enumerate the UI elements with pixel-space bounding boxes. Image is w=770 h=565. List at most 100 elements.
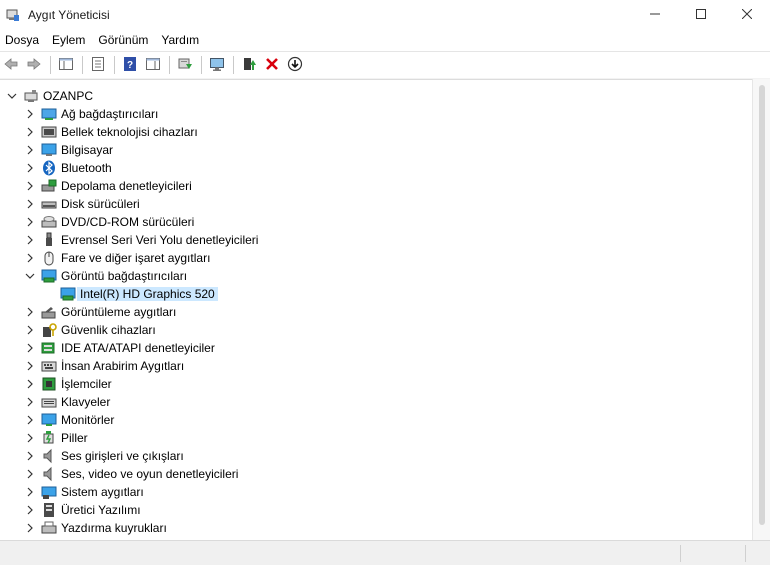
- show-hide-tree-button[interactable]: [55, 54, 77, 76]
- tree-root-row[interactable]: OZANPC: [6, 87, 93, 105]
- menu-action[interactable]: Eylem: [47, 30, 93, 51]
- minimize-button[interactable]: [632, 0, 678, 30]
- mouse-icon: [41, 250, 57, 266]
- chevron-right-icon[interactable]: [24, 108, 36, 120]
- vertical-scrollbar[interactable]: [752, 79, 770, 540]
- close-button[interactable]: [724, 0, 770, 30]
- update-driver-button[interactable]: [174, 54, 196, 76]
- chevron-right-icon[interactable]: [24, 360, 36, 372]
- tree-item-processors[interactable]: İşlemciler: [24, 375, 112, 393]
- scan-hardware-button[interactable]: [206, 54, 228, 76]
- imaging-device-icon: [41, 304, 57, 320]
- download-icon: [287, 56, 303, 75]
- tree-item-batteries[interactable]: Piller: [24, 429, 88, 447]
- uninstall-device-button[interactable]: [261, 54, 283, 76]
- chevron-down-icon[interactable]: [24, 270, 36, 282]
- status-bar: [0, 540, 770, 565]
- tree-item-firmware[interactable]: Üretici Yazılımı: [24, 501, 141, 519]
- tree-item-network-adapters[interactable]: Ağ bağdaştırıcıları: [24, 105, 158, 123]
- chevron-right-icon[interactable]: [24, 396, 36, 408]
- usb-icon: [41, 232, 57, 248]
- tree-item-ide-controllers[interactable]: IDE ATA/ATAPI denetleyiciler: [24, 339, 215, 357]
- forward-button[interactable]: [23, 54, 45, 76]
- chevron-right-icon[interactable]: [24, 198, 36, 210]
- chevron-right-icon[interactable]: [24, 252, 36, 264]
- tree-item-label: Üretici Yazılımı: [61, 503, 141, 517]
- tree-item-label: Görüntü bağdaştırıcıları: [61, 269, 188, 283]
- svg-text:?: ?: [127, 60, 133, 71]
- menu-help[interactable]: Yardım: [156, 30, 207, 51]
- minimize-icon: [650, 8, 660, 22]
- show-hide-console-tree-icon: [58, 56, 74, 75]
- tree-item-bluetooth[interactable]: Bluetooth: [24, 159, 112, 177]
- chevron-right-icon[interactable]: [24, 486, 36, 498]
- tree-item-label-selected: Intel(R) HD Graphics 520: [77, 287, 218, 301]
- tree-item-system-devices[interactable]: Sistem aygıtları: [24, 483, 144, 501]
- chevron-right-icon[interactable]: [24, 306, 36, 318]
- disable-device-button[interactable]: [284, 54, 306, 76]
- toolbar-separator: [114, 56, 115, 74]
- monitor-icon: [41, 412, 57, 428]
- chevron-right-icon[interactable]: [24, 342, 36, 354]
- tree-item-memory-technology[interactable]: Bellek teknolojisi cihazları: [24, 123, 198, 141]
- chevron-right-icon[interactable]: [24, 468, 36, 480]
- help-button[interactable]: ?: [119, 54, 141, 76]
- tree-item-sound-video-game[interactable]: Ses, video ve oyun denetleyicileri: [24, 465, 238, 483]
- tree-item-disk-drives[interactable]: Disk sürücüleri: [24, 195, 140, 213]
- uninstall-device-icon: [264, 56, 280, 75]
- menu-view[interactable]: Görünüm: [93, 30, 156, 51]
- tree-item-label: Piller: [61, 431, 88, 445]
- back-button[interactable]: [0, 54, 22, 76]
- sound-video-icon: [41, 466, 57, 482]
- chevron-right-icon[interactable]: [24, 162, 36, 174]
- toolbar: ?: [0, 51, 770, 78]
- maximize-button[interactable]: [678, 0, 724, 30]
- tree-item-label: DVD/CD-ROM sürücüleri: [61, 215, 195, 229]
- chevron-right-icon[interactable]: [24, 180, 36, 192]
- menu-file[interactable]: Dosya: [0, 30, 47, 51]
- action-pane-button[interactable]: [142, 54, 164, 76]
- tree-item-dvd-cdrom[interactable]: DVD/CD-ROM sürücüleri: [24, 213, 194, 231]
- chevron-right-icon[interactable]: [24, 216, 36, 228]
- scrollbar-thumb[interactable]: [759, 85, 765, 525]
- chevron-right-icon[interactable]: [24, 450, 36, 462]
- tree-item-print-queues[interactable]: Yazdırma kuyrukları: [24, 519, 167, 537]
- chevron-right-icon[interactable]: [24, 378, 36, 390]
- help-icon: ?: [122, 56, 138, 75]
- tree-item-intel-hd-graphics-520[interactable]: Intel(R) HD Graphics 520: [60, 285, 218, 303]
- tree-item-display-adapters[interactable]: Görüntü bağdaştırıcıları: [24, 267, 187, 285]
- tree-item-label: Güvenlik cihazları: [61, 323, 156, 337]
- title-bar: Aygıt Yöneticisi: [0, 0, 770, 30]
- close-icon: [741, 8, 753, 22]
- tree-item-security-devices[interactable]: Güvenlik cihazları: [24, 321, 156, 339]
- scan-hardware-icon: [209, 56, 225, 75]
- chevron-right-icon[interactable]: [24, 432, 36, 444]
- tree-item-audio-inputs-outputs[interactable]: Ses girişleri ve çıkışları: [24, 447, 184, 465]
- chevron-right-icon[interactable]: [24, 234, 36, 246]
- chevron-right-icon[interactable]: [24, 126, 36, 138]
- tree-item-monitors[interactable]: Monitörler: [24, 411, 114, 429]
- tree-item-keyboards[interactable]: Klavyeler: [24, 393, 110, 411]
- chevron-right-icon[interactable]: [24, 504, 36, 516]
- tree-item-imaging-devices[interactable]: Görüntüleme aygıtları: [24, 303, 176, 321]
- tree-item-label: Sistem aygıtları: [61, 485, 144, 499]
- tree-item-label: İşlemciler: [61, 377, 112, 391]
- chevron-down-icon[interactable]: [6, 90, 18, 102]
- tree-item-human-interface-devices[interactable]: İnsan Arabirim Aygıtları: [24, 357, 184, 375]
- disk-drive-icon: [41, 196, 57, 212]
- tree-item-storage-controllers[interactable]: Depolama denetleyicileri: [24, 177, 192, 195]
- chevron-right-icon[interactable]: [24, 522, 36, 534]
- chevron-right-icon[interactable]: [24, 144, 36, 156]
- enable-device-button[interactable]: [238, 54, 260, 76]
- hid-icon: [41, 358, 57, 374]
- menu-bar: Dosya Eylem Görünüm Yardım: [0, 30, 770, 51]
- tree-item-computer[interactable]: Bilgisayar: [24, 141, 113, 159]
- chevron-right-icon[interactable]: [24, 414, 36, 426]
- tree-item-usb-controllers[interactable]: Evrensel Seri Veri Yolu denetleyicileri: [24, 231, 258, 249]
- device-tree[interactable]: OZANPC Ağ bağdaştırıcıları Bellek teknol…: [0, 79, 752, 540]
- forward-arrow-icon: [26, 56, 42, 75]
- tree-item-mice[interactable]: Fare ve diğer işaret aygıtları: [24, 249, 210, 267]
- properties-button[interactable]: [87, 54, 109, 76]
- chevron-right-icon[interactable]: [24, 324, 36, 336]
- tree-item-label: Ses, video ve oyun denetleyicileri: [61, 467, 239, 481]
